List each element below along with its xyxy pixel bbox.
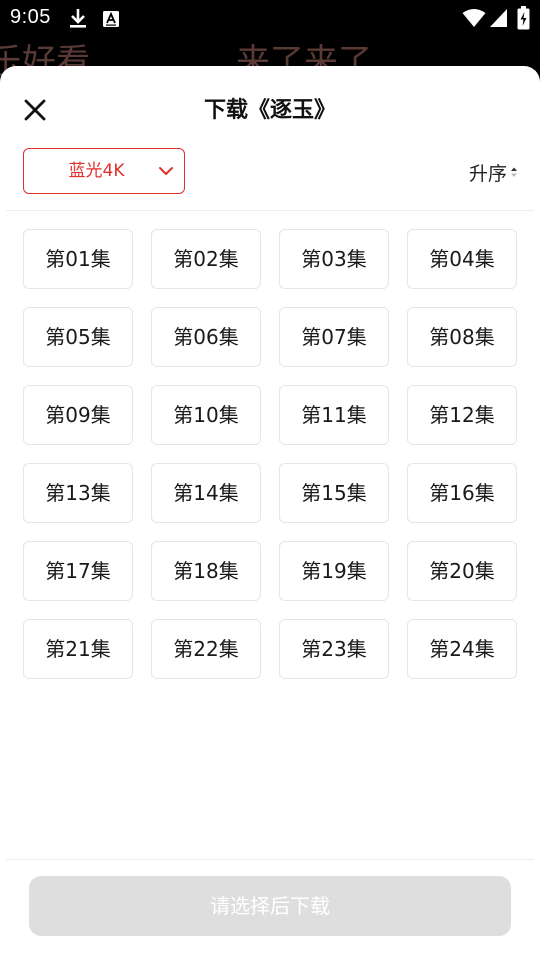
sort-toggle[interactable]: 升序 — [469, 158, 518, 186]
episode-item[interactable]: 第20集 — [407, 541, 517, 601]
episode-item[interactable]: 第13集 — [23, 463, 133, 523]
quality-selected-value: 蓝光4K — [68, 161, 125, 181]
sort-label: 升序 — [468, 162, 507, 185]
episode-item[interactable]: 第08集 — [407, 307, 517, 367]
episode-item[interactable]: 第15集 — [279, 463, 389, 523]
episode-item[interactable]: 第11集 — [279, 385, 389, 445]
download-icon — [70, 9, 86, 28]
episode-item[interactable]: 第06集 — [151, 307, 261, 367]
episode-item[interactable]: 第17集 — [23, 541, 133, 601]
episode-item[interactable]: 第14集 — [151, 463, 261, 523]
episode-item[interactable]: 第23集 — [279, 619, 389, 679]
episode-item[interactable]: 第07集 — [279, 307, 389, 367]
download-sheet: 下载《逐玉》 蓝光4K 升序 第01集 第02集 第03集 第04集 第05集 … — [0, 66, 540, 960]
episode-item[interactable]: 第19集 — [279, 541, 389, 601]
episode-item[interactable]: 第05集 — [23, 307, 133, 367]
status-bar: 9:05 — [0, 0, 540, 36]
episode-grid: 第01集 第02集 第03集 第04集 第05集 第06集 第07集 第08集 … — [23, 229, 517, 679]
status-time: 9:05 — [10, 6, 51, 28]
bottom-divider — [6, 859, 534, 860]
battery-charging-icon — [517, 6, 530, 30]
quality-select[interactable]: 蓝光4K — [23, 148, 185, 194]
episode-item[interactable]: 第04集 — [407, 229, 517, 289]
episode-item[interactable]: 第22集 — [151, 619, 261, 679]
signal-icon — [490, 9, 507, 27]
a-square-icon — [103, 11, 119, 27]
episode-item[interactable]: 第21集 — [23, 619, 133, 679]
episode-item[interactable]: 第24集 — [407, 619, 517, 679]
top-divider — [6, 210, 534, 211]
download-button[interactable]: 请选择后下载 — [29, 876, 511, 936]
sort-caret-icon — [511, 167, 517, 177]
episode-item[interactable]: 第12集 — [407, 385, 517, 445]
episode-item[interactable]: 第16集 — [407, 463, 517, 523]
wifi-icon — [462, 9, 486, 27]
sheet-title: 下载《逐玉》 — [203, 98, 336, 123]
episode-item[interactable]: 第09集 — [23, 385, 133, 445]
episode-item[interactable]: 第10集 — [151, 385, 261, 445]
episode-item[interactable]: 第01集 — [23, 229, 133, 289]
chevron-down-icon — [159, 167, 173, 175]
episode-item[interactable]: 第18集 — [151, 541, 261, 601]
episode-item[interactable]: 第03集 — [279, 229, 389, 289]
episode-item[interactable]: 第02集 — [151, 229, 261, 289]
